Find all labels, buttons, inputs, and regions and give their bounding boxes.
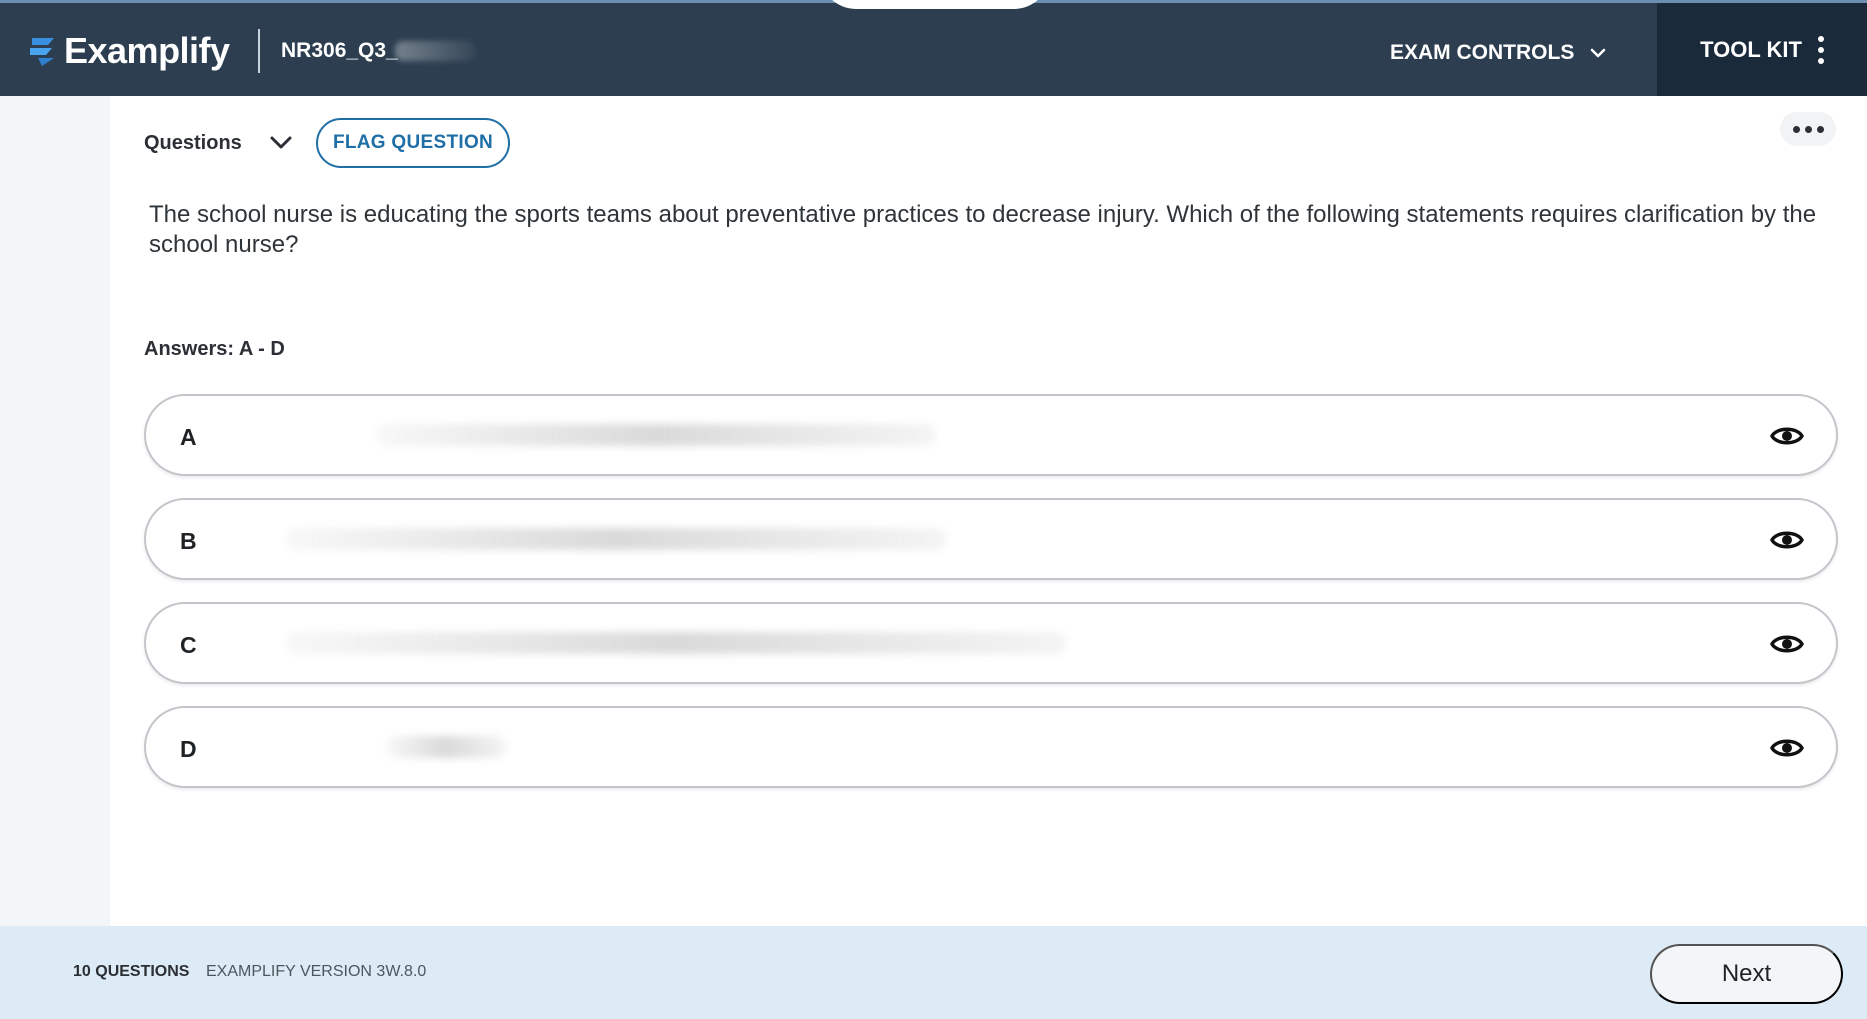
toolkit-button[interactable]: TOOL KIT: [1657, 3, 1867, 96]
question-text: The school nurse is educating the sports…: [149, 201, 1817, 258]
answer-option-b[interactable]: B: [144, 498, 1838, 580]
top-notch: [820, 0, 1050, 9]
eye-icon[interactable]: [1770, 526, 1804, 554]
answer-option-d[interactable]: D: [144, 706, 1838, 788]
exam-controls-label: EXAM CONTROLS: [1390, 41, 1575, 64]
eye-icon[interactable]: [1770, 422, 1804, 450]
exam-controls-dropdown[interactable]: EXAM CONTROLS: [1390, 33, 1608, 73]
flag-question-button[interactable]: FLAG QUESTION: [316, 118, 510, 168]
top-header: Examplify NR306_Q3_ EXAM CONTROLS: [0, 0, 1867, 96]
examplify-logo-icon: [30, 38, 54, 66]
toolkit-label: TOOL KIT: [1700, 36, 1802, 62]
exam-name-redacted: [395, 41, 475, 61]
more-horizontal-icon: [1792, 125, 1824, 133]
app-version: EXAMPLIFY VERSION 3W.8.0: [206, 963, 427, 980]
header-divider: [258, 29, 260, 73]
chevron-down-icon: [1591, 48, 1606, 58]
next-button[interactable]: Next: [1650, 944, 1843, 1004]
question-selector[interactable]: Questions: [144, 128, 294, 158]
answer-letter: A: [180, 424, 197, 450]
app-name: Examplify: [64, 30, 230, 71]
kebab-menu-icon: [1817, 35, 1824, 64]
answer-text-redacted: [386, 736, 506, 758]
answer-letter: B: [180, 528, 197, 554]
chevron-down-icon: [270, 136, 292, 149]
answer-text-redacted: [376, 424, 936, 446]
exam-name: NR306_Q3_: [281, 39, 398, 62]
app-logo: Examplify: [28, 29, 230, 73]
answer-text-redacted: [286, 528, 946, 550]
answers-label: Answers: A - D: [144, 338, 285, 360]
answer-letter: D: [180, 736, 197, 762]
question-selector-label: Questions: [144, 131, 242, 154]
answer-option-c[interactable]: C: [144, 602, 1838, 684]
left-rail: [0, 96, 110, 926]
answer-letter: C: [180, 632, 197, 658]
eye-icon[interactable]: [1770, 734, 1804, 762]
eye-icon[interactable]: [1770, 630, 1804, 658]
question-count: 10 QUESTIONS: [73, 963, 190, 980]
answer-text-redacted: [286, 632, 1066, 654]
answer-option-a[interactable]: A: [144, 394, 1838, 476]
more-options-button[interactable]: [1780, 112, 1836, 146]
